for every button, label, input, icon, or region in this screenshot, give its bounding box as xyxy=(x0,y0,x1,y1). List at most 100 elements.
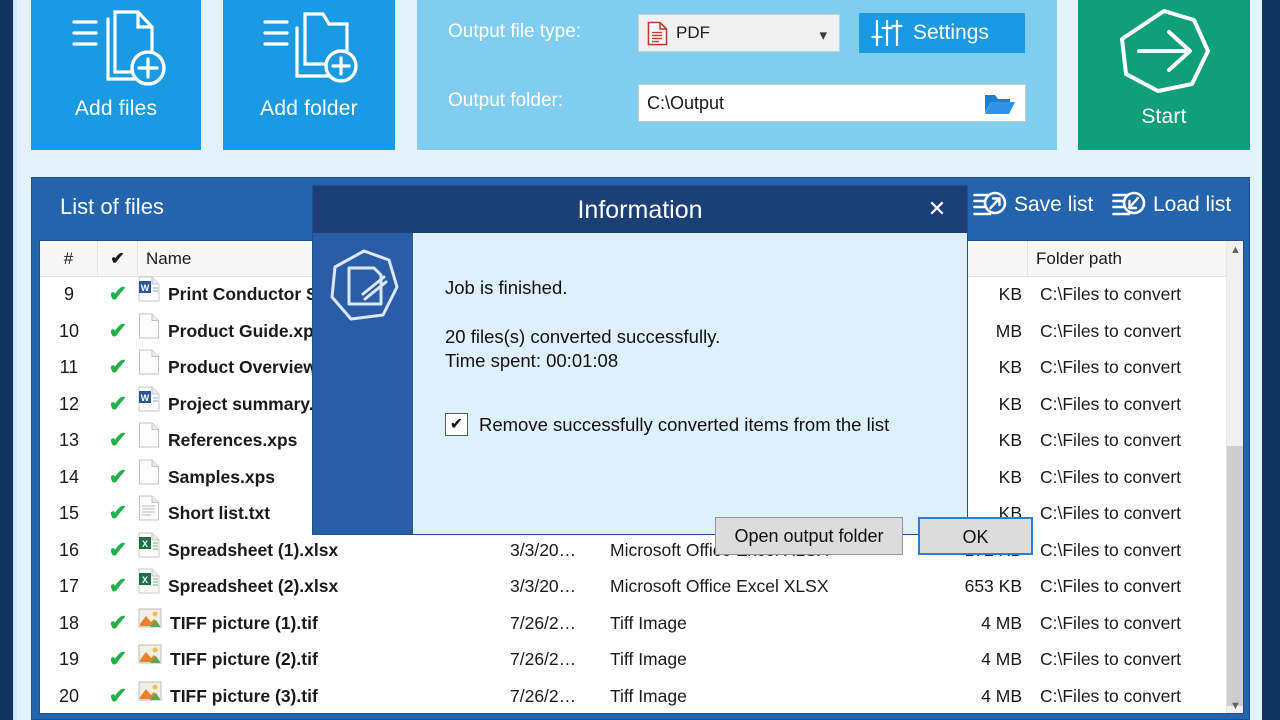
row-checkbox[interactable]: ✔ xyxy=(98,276,138,313)
row-date: 7/26/2… xyxy=(510,612,577,633)
xps-file-icon xyxy=(138,459,160,495)
row-date: 3/3/20… xyxy=(510,539,577,560)
open-output-folder-button[interactable]: Open output folder xyxy=(715,517,903,555)
svg-text:W: W xyxy=(141,393,150,403)
output-settings-panel: Output file type: PDF ▾ Settings Output … xyxy=(417,0,1057,150)
row-date: 7/26/2… xyxy=(510,649,577,669)
document-info-icon xyxy=(327,247,401,330)
start-label: Start xyxy=(1141,105,1187,128)
output-folder-input[interactable]: C:\Output xyxy=(638,84,1026,122)
row-number: 12 xyxy=(58,393,80,414)
dialog-line-job-finished: Job is finished. xyxy=(445,277,568,298)
column-header-checkbox[interactable]: ✔ xyxy=(98,241,138,276)
output-folder-value: C:\Output xyxy=(647,92,725,113)
add-folder-button[interactable]: Add folder xyxy=(223,0,395,150)
xps-file-icon xyxy=(138,349,160,385)
row-file-name: TIFF picture (3).tif xyxy=(138,678,478,714)
row-checkbox[interactable]: ✔ xyxy=(98,422,138,459)
row-checkbox[interactable]: ✔ xyxy=(98,678,138,714)
row-file-type: Tiff Image xyxy=(610,649,687,669)
information-dialog: Information ✕ Job is finished. 20 files(… xyxy=(313,186,1033,555)
scrollbar-thumb[interactable] xyxy=(1227,446,1243,706)
table-row[interactable]: 16 ✔ X Spreadsheet (1).xlsx 3/3/20… Microsoft… xyxy=(40,532,1228,569)
row-checkbox[interactable]: ✔ xyxy=(98,349,138,386)
row-checkbox[interactable]: ✔ xyxy=(98,386,138,423)
row-file-size: 653 KB xyxy=(964,576,1022,596)
row-number: 15 xyxy=(58,503,80,523)
row-checkbox[interactable]: ✔ xyxy=(98,605,138,642)
row-folder-path: C:\Files to convert xyxy=(1040,357,1182,377)
window-right-edge xyxy=(1262,0,1280,720)
window-left-edge xyxy=(13,0,17,720)
row-folder-path: C:\Files to convert xyxy=(1040,466,1182,487)
row-checkbox[interactable]: ✔ xyxy=(98,568,138,605)
column-header-number[interactable]: # xyxy=(40,241,98,276)
tiff-image-icon xyxy=(138,642,162,677)
row-file-name: TIFF picture (2).tif xyxy=(138,641,478,678)
word-file-icon: W xyxy=(138,386,160,422)
close-icon[interactable]: ✕ xyxy=(921,194,953,224)
row-number: 16 xyxy=(58,539,80,560)
start-button[interactable]: Start xyxy=(1078,0,1250,150)
dialog-icon-panel xyxy=(313,233,413,534)
row-date: 3/3/20… xyxy=(510,576,577,596)
remove-converted-label: Remove successfully converted items from… xyxy=(479,413,890,435)
add-files-button[interactable]: Add files xyxy=(31,0,201,150)
row-number: 19 xyxy=(58,649,80,669)
row-number: 17 xyxy=(58,576,80,596)
dialog-title: Information xyxy=(577,196,703,224)
scroll-up-icon[interactable]: ▲ xyxy=(1227,241,1243,259)
application-window: Add files Add folder Output file type: P… xyxy=(0,0,1280,720)
remove-converted-checkbox-row[interactable]: ✔ Remove successfully converted items fr… xyxy=(445,413,889,436)
row-date: 7/26/2… xyxy=(510,685,577,706)
row-file-type: Microsoft Office Excel XLSX xyxy=(610,576,829,596)
row-file-size: 4 MB xyxy=(981,685,1022,706)
svg-text:W: W xyxy=(141,283,150,293)
remove-converted-checkbox[interactable]: ✔ xyxy=(445,413,468,436)
row-file-size: 4 MB xyxy=(981,612,1022,633)
list-of-files-title: List of files xyxy=(60,194,164,219)
row-checkbox[interactable]: ✔ xyxy=(98,313,138,350)
row-folder-path: C:\Files to convert xyxy=(1040,649,1182,669)
row-number: 14 xyxy=(58,466,80,487)
dialog-line-files-converted: 20 files(s) converted successfully. xyxy=(445,326,721,347)
load-list-button[interactable]: Load list xyxy=(1112,190,1231,220)
table-row[interactable]: 17 ✔ X Spreadsheet (2).xlsx 3/3/20… Microsoft… xyxy=(40,568,1228,605)
pdf-file-icon xyxy=(647,21,668,46)
row-number: 10 xyxy=(58,320,80,341)
dialog-body: Job is finished. 20 files(s) converted s… xyxy=(413,233,1033,555)
table-row[interactable]: 19 ✔ TIFF picture (2).tif 7/26/2… Tiff Image… xyxy=(40,641,1228,678)
browse-folder-icon[interactable] xyxy=(983,91,1017,122)
load-list-icon xyxy=(1112,190,1146,220)
row-folder-path: C:\Files to convert xyxy=(1040,430,1182,450)
row-number: 11 xyxy=(59,357,79,377)
save-list-icon xyxy=(973,190,1007,220)
settings-label: Settings xyxy=(913,21,989,44)
row-file-name: X Spreadsheet (2).xlsx xyxy=(138,568,478,605)
excel-file-icon: X xyxy=(138,568,160,604)
row-file-size: 4 MB xyxy=(981,649,1022,669)
add-files-label: Add files xyxy=(74,97,158,120)
row-checkbox[interactable]: ✔ xyxy=(98,459,138,496)
tiff-image-icon xyxy=(138,606,162,641)
row-number: 9 xyxy=(63,284,74,304)
svg-text:X: X xyxy=(142,539,148,549)
settings-button[interactable]: Settings xyxy=(859,13,1025,53)
scroll-down-icon[interactable]: ▼ xyxy=(1227,697,1243,713)
row-folder-path: C:\Files to convert xyxy=(1040,503,1182,523)
row-checkbox[interactable]: ✔ xyxy=(98,495,138,532)
xps-file-icon xyxy=(138,313,160,349)
ok-button[interactable]: OK xyxy=(918,517,1033,555)
output-file-type-select[interactable]: PDF ▾ xyxy=(638,14,840,52)
save-list-button[interactable]: Save list xyxy=(973,190,1093,220)
table-row[interactable]: 20 ✔ TIFF picture (3).tif 7/26/2… Tiff Image… xyxy=(40,678,1228,714)
sliders-icon xyxy=(871,17,903,49)
dialog-line-time-spent: Time spent: 00:01:08 xyxy=(445,350,619,371)
row-checkbox[interactable]: ✔ xyxy=(98,641,138,678)
table-row[interactable]: 18 ✔ TIFF picture (1).tif 7/26/2… Tiff Image… xyxy=(40,605,1228,642)
row-checkbox[interactable]: ✔ xyxy=(98,532,138,569)
column-header-folder-path[interactable]: Folder path xyxy=(1028,241,1228,276)
save-list-label: Save list xyxy=(1014,193,1094,216)
row-number: 18 xyxy=(58,612,80,633)
vertical-scrollbar[interactable]: ▲ ▼ xyxy=(1226,241,1243,713)
